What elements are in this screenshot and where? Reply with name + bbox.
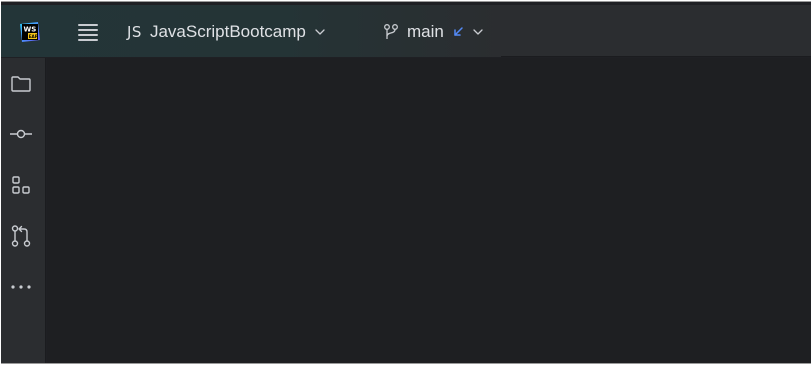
hamburger-line [78,29,98,31]
commit-icon [10,129,32,139]
project-tool-button[interactable] [8,71,34,97]
project-name: JavaScriptBootcamp [149,22,306,41]
project-widget[interactable]: JS JavaScriptBootcamp [127,17,326,47]
structure-tool-button[interactable] [8,172,34,198]
left-tool-window-strip [1,58,46,363]
pull-requests-tool-button[interactable] [8,223,34,249]
svg-text:EAP: EAP [29,34,38,39]
vcs-branch-widget[interactable]: main [383,17,484,47]
editor-area[interactable] [47,58,811,363]
pull-request-icon [11,225,31,247]
main-menu-button[interactable] [78,24,98,41]
incoming-changes-arrow-icon [454,27,463,36]
folder-icon [11,76,31,92]
hamburger-line [78,34,98,36]
webstorm-logo-icon[interactable]: WS EAP [19,21,40,42]
chevron-down-icon [315,29,325,35]
hamburger-line [78,24,98,26]
hamburger-line [78,39,98,41]
branch-name: main [407,22,444,41]
title-bar: WS EAP JS JavaScriptBootcamp main [1,5,811,57]
chevron-down-icon [473,29,483,35]
structure-icon [12,176,30,194]
more-horizontal-icon [11,285,31,289]
project-badge: JS [127,23,142,41]
more-tools-button[interactable] [8,274,34,300]
git-branch-icon [384,24,398,39]
svg-text:WS: WS [24,26,37,34]
commit-tool-button[interactable] [8,121,34,147]
ide-window: WS EAP JS JavaScriptBootcamp main [1,1,811,364]
